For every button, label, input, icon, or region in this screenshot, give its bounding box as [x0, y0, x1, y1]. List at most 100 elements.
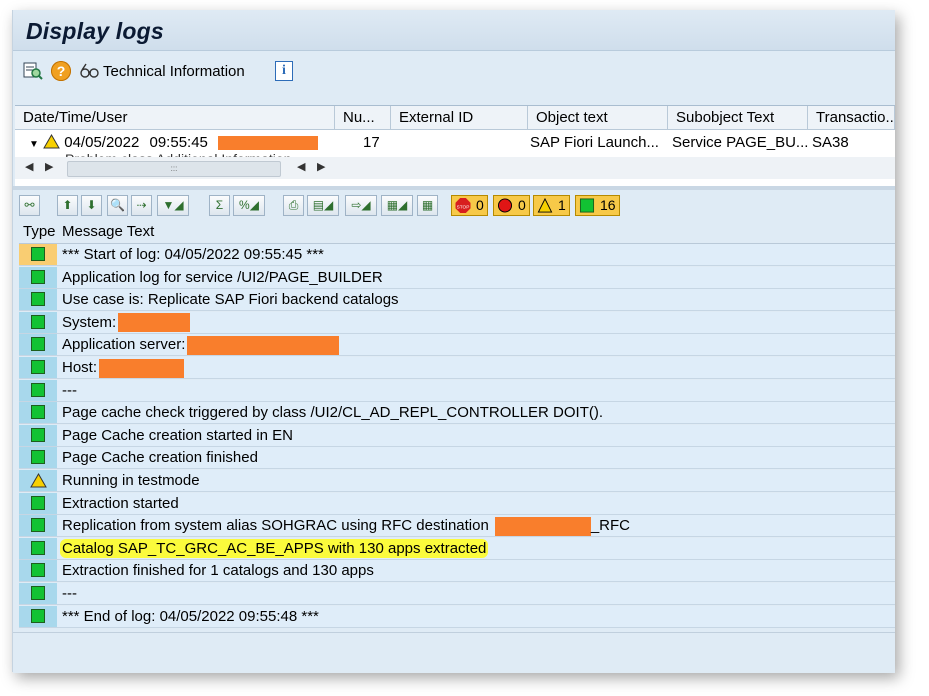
- log-message-row[interactable]: Extraction finished for 1 catalogs and 1…: [19, 560, 895, 583]
- filter-success-count[interactable]: 16: [575, 195, 620, 216]
- log-message-row[interactable]: Use case is: Replicate SAP Fiori backend…: [19, 289, 895, 312]
- success-icon: [31, 247, 45, 261]
- log-number: 17: [363, 134, 380, 151]
- log-message-row[interactable]: Catalog SAP_TC_GRC_AC_BE_APPS with 130 a…: [19, 537, 895, 560]
- find-icon[interactable]: 🔍: [107, 195, 128, 216]
- horizontal-scrollbar[interactable]: ◀ ▶ ::: ◀ ▶: [15, 157, 895, 179]
- success-icon: [31, 608, 45, 623]
- log-object-text: SAP Fiori Launch...: [530, 134, 659, 151]
- log-message-row[interactable]: Application log for service /UI2/PAGE_BU…: [19, 266, 895, 289]
- message-grid: Type Message Text *** Start of log: 04/0…: [19, 221, 895, 631]
- print-icon[interactable]: ⎙: [283, 195, 304, 216]
- log-time: 09:55:45: [149, 134, 208, 151]
- layout-icon[interactable]: ▦◢: [381, 195, 413, 216]
- export-icon[interactable]: ⇨◢: [345, 195, 377, 216]
- filter-stop-count[interactable]: STOP 0: [451, 195, 488, 216]
- log-message-row[interactable]: System:: [19, 311, 895, 334]
- log-message-row[interactable]: ---: [19, 583, 895, 605]
- log-message-row[interactable]: *** Start of log: 04/05/2022 09:55:45 **…: [19, 244, 895, 266]
- type-cell[interactable]: [19, 537, 57, 559]
- details-icon[interactable]: ⚯: [19, 195, 40, 216]
- column-type[interactable]: Type: [23, 221, 56, 243]
- log-message-row[interactable]: Replication from system alias SOHGRAC us…: [19, 515, 895, 538]
- type-cell[interactable]: [19, 515, 57, 537]
- column-transaction[interactable]: Transactio...: [808, 106, 895, 130]
- log-message-row[interactable]: Running in testmode: [19, 470, 895, 492]
- column-number[interactable]: Nu...: [335, 106, 391, 130]
- log-message-row[interactable]: Page cache check triggered by class /UI2…: [19, 402, 895, 425]
- views-icon[interactable]: ▤◢: [307, 195, 339, 216]
- log-message-row[interactable]: Page Cache creation finished: [19, 447, 895, 470]
- redacted-value: [118, 313, 191, 333]
- log-message-row[interactable]: *** End of log: 04/05/2022 09:55:48 ***: [19, 605, 895, 628]
- filter-icon[interactable]: ▼◢: [157, 195, 189, 216]
- type-cell[interactable]: [19, 334, 57, 356]
- success-icon: [31, 292, 45, 307]
- message-text: System:: [62, 312, 191, 334]
- info-icon[interactable]: i: [275, 61, 293, 81]
- log-message-row[interactable]: Application server:: [19, 334, 895, 357]
- success-icon: [31, 382, 45, 397]
- column-message-text[interactable]: Message Text: [62, 221, 154, 243]
- type-cell[interactable]: [19, 605, 57, 627]
- success-icon: [31, 540, 45, 555]
- technical-information-button[interactable]: Technical Information: [103, 63, 245, 80]
- alv-toolbar: ⚯ ⬆ ⬇ 🔍 ⇢ ▼◢ Σ %◢ ⎙ ▤◢ ⇨◢ ▦◢ ▦ STOP 0 0 …: [15, 193, 895, 219]
- redacted-value: [187, 335, 340, 355]
- type-cell[interactable]: [19, 402, 57, 424]
- success-icon: [31, 518, 45, 533]
- message-text: Page Cache creation finished: [62, 449, 258, 467]
- redacted-value: [99, 358, 185, 378]
- application-toolbar: ? Technical Information i: [13, 51, 895, 91]
- column-date-time-user[interactable]: Date/Time/User: [15, 106, 335, 130]
- column-external-id[interactable]: External ID: [391, 106, 528, 130]
- log-search-icon[interactable]: [23, 61, 43, 81]
- filter-warning-count[interactable]: 1: [533, 195, 570, 216]
- column-object-text[interactable]: Object text: [528, 106, 668, 130]
- column-subobject-text[interactable]: Subobject Text: [668, 106, 808, 130]
- type-cell[interactable]: [19, 311, 57, 333]
- splitter[interactable]: [13, 186, 895, 190]
- select-layout-icon[interactable]: ▦: [417, 195, 438, 216]
- find-next-icon[interactable]: ⇢: [131, 195, 152, 216]
- type-cell[interactable]: [19, 470, 57, 491]
- success-icon: [31, 337, 45, 352]
- page-title: Display logs: [26, 18, 164, 44]
- subtotal-icon[interactable]: %◢: [233, 195, 265, 216]
- type-cell[interactable]: [19, 357, 57, 378]
- success-icon: [31, 586, 45, 600]
- svg-text:STOP: STOP: [457, 204, 470, 209]
- sum-icon[interactable]: Σ: [209, 195, 230, 216]
- glasses-icon[interactable]: [79, 61, 99, 81]
- scroll-right-icon[interactable]: ▶: [45, 160, 53, 173]
- filter-error-count[interactable]: 0: [493, 195, 530, 216]
- message-text: *** End of log: 04/05/2022 09:55:48 ***: [62, 607, 319, 625]
- scrollbar-thumb[interactable]: :::: [67, 161, 281, 177]
- message-text: Extraction started: [62, 494, 179, 512]
- help-icon[interactable]: ?: [51, 61, 71, 81]
- type-cell[interactable]: [19, 289, 57, 311]
- sort-ascending-icon[interactable]: ⬆: [57, 195, 78, 216]
- type-cell[interactable]: [19, 244, 57, 265]
- scroll-right-icon[interactable]: ▶: [317, 160, 325, 173]
- type-cell[interactable]: [19, 266, 57, 288]
- type-cell[interactable]: [19, 379, 57, 401]
- type-cell[interactable]: [19, 583, 57, 604]
- sort-descending-icon[interactable]: ⬇: [81, 195, 102, 216]
- success-icon: [579, 198, 595, 213]
- message-text: Page Cache creation started in EN: [62, 426, 293, 444]
- type-cell[interactable]: [19, 560, 57, 582]
- log-message-row[interactable]: Host:: [19, 357, 895, 379]
- log-message-row[interactable]: Page Cache creation started in EN: [19, 424, 895, 447]
- log-message-row[interactable]: ---: [19, 379, 895, 402]
- type-cell[interactable]: [19, 492, 57, 514]
- scroll-left-icon[interactable]: ◀: [25, 160, 33, 173]
- expand-triangle-icon[interactable]: ▼: [29, 139, 39, 150]
- scroll-left-icon[interactable]: ◀: [297, 160, 305, 173]
- log-message-row[interactable]: Extraction started: [19, 492, 895, 515]
- type-cell[interactable]: [19, 424, 57, 446]
- success-icon: [31, 314, 45, 329]
- warning-icon: [30, 473, 47, 488]
- type-cell[interactable]: [19, 447, 57, 469]
- message-text: Page cache check triggered by class /UI2…: [62, 404, 604, 422]
